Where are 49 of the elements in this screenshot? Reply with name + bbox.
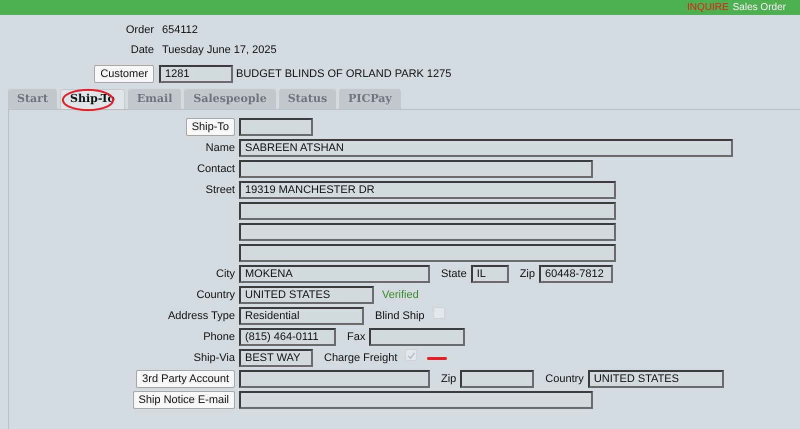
- text-field[interactable]: MOKENA: [239, 265, 430, 283]
- text-field[interactable]: 19319 MANCHESTER DR: [239, 181, 616, 199]
- text-field[interactable]: 60448-7812: [538, 265, 613, 283]
- form-button[interactable]: 3rd Party Account: [136, 370, 235, 388]
- text-field[interactable]: Residential: [239, 307, 364, 325]
- text-field[interactable]: UNITED STATES: [588, 370, 724, 388]
- field-label: Address Type: [168, 308, 235, 324]
- form-button[interactable]: Ship-To: [186, 118, 235, 136]
- field-label: Phone: [203, 330, 235, 345]
- text-field[interactable]: (815) 464-0111: [239, 328, 336, 346]
- mode-label: INQUIRE: [686, 2, 729, 14]
- field-label: Street: [206, 182, 235, 198]
- form-button[interactable]: Customer: [94, 65, 154, 83]
- customer-name: BUDGET BLINDS OF ORLAND PARK 1275: [236, 66, 452, 82]
- text-field[interactable]: [239, 223, 616, 241]
- text-field[interactable]: [239, 202, 616, 220]
- text-field[interactable]: [369, 328, 466, 346]
- text-field[interactable]: [239, 118, 313, 136]
- field-label: Blind Ship: [375, 308, 425, 324]
- field-label: Zip: [441, 372, 456, 387]
- text-field[interactable]: [239, 370, 430, 388]
- verified-status: Verified: [382, 288, 419, 303]
- field-label: City: [216, 266, 235, 282]
- field-label: Charge Freight: [324, 350, 398, 366]
- page-title: Sales Order: [732, 2, 786, 14]
- field-label: Country: [196, 288, 235, 303]
- order-number: 654112: [162, 22, 198, 38]
- field-label: Contact: [197, 162, 235, 177]
- field-label: State: [441, 266, 467, 282]
- text-field[interactable]: [239, 391, 593, 409]
- text-field[interactable]: BEST WAY: [239, 349, 313, 367]
- field-label: Fax: [347, 330, 366, 345]
- text-field[interactable]: [460, 370, 534, 388]
- order-date: Tuesday June 17, 2025: [162, 42, 277, 58]
- order-label: Order: [124, 22, 154, 38]
- field-label: Zip: [520, 266, 535, 282]
- field-label: Name: [206, 140, 235, 156]
- text-field[interactable]: [239, 244, 616, 262]
- text-field[interactable]: IL: [470, 265, 509, 283]
- text-field[interactable]: UNITED STATES: [239, 286, 374, 304]
- field-label: Country: [545, 372, 584, 387]
- date-label: Date: [130, 42, 154, 58]
- field-label: Ship-Via: [194, 350, 235, 366]
- form-button[interactable]: Ship Notice E-mail: [132, 391, 235, 409]
- text-field[interactable]: SABREEN ATSHAN: [239, 139, 733, 157]
- annotation-dash: [427, 356, 448, 360]
- text-field[interactable]: 1281: [159, 65, 233, 83]
- text-field[interactable]: [239, 160, 593, 178]
- checkbox[interactable]: [405, 349, 418, 361]
